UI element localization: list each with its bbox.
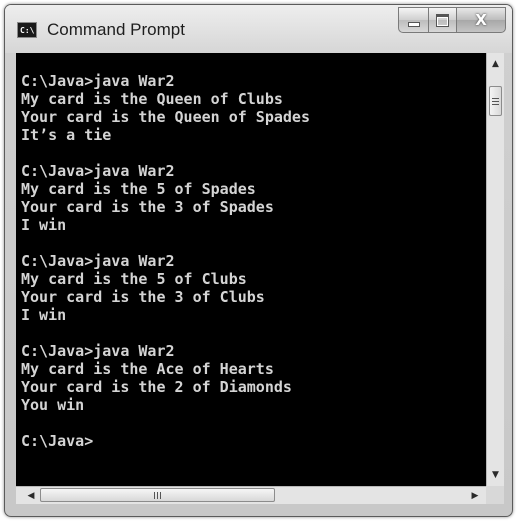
vertical-scrollbar[interactable]: ▲ ▼	[486, 53, 504, 486]
scroll-up-arrow-icon[interactable]: ▲	[487, 55, 504, 73]
window-title: Command Prompt	[47, 20, 185, 39]
grip-line	[492, 100, 499, 102]
close-icon: X	[475, 11, 487, 29]
vertical-scroll-thumb[interactable]	[489, 86, 502, 116]
console-line: I win	[21, 216, 67, 234]
scroll-down-arrow-icon[interactable]: ▼	[487, 466, 504, 484]
console-line: My card is the 5 of Clubs	[21, 270, 247, 288]
console-line: C:\Java>java War2	[21, 162, 175, 180]
console-line: I win	[21, 306, 67, 324]
console-line: Your card is the 3 of Clubs	[21, 288, 265, 306]
horizontal-scrollbar[interactable]: ◀ ▶	[16, 486, 486, 504]
grip-line	[160, 491, 161, 499]
command-prompt-window: C:\ Command Prompt X C:\Java>java War2 My…	[4, 4, 513, 517]
close-button[interactable]: X	[456, 7, 506, 33]
console-line: You win	[21, 396, 85, 414]
cmd-window-icon[interactable]: C:\	[17, 22, 37, 38]
scrollbar-corner	[486, 486, 504, 504]
minimize-button[interactable]	[398, 7, 428, 33]
maximize-icon	[436, 13, 449, 27]
console-line: C:\Java>java War2	[21, 252, 175, 270]
maximize-button[interactable]	[428, 7, 456, 33]
console-line: C:\Java>java War2	[21, 342, 175, 360]
horizontal-scroll-thumb[interactable]	[40, 488, 275, 502]
console-line: C:\Java>java War2	[21, 72, 175, 90]
minimize-icon	[407, 21, 420, 27]
title-bar[interactable]: C:\ Command Prompt X	[5, 5, 512, 53]
console-line: My card is the Ace of Hearts	[21, 360, 274, 378]
grip-line	[492, 103, 499, 105]
console-line: It’s a tie	[21, 126, 112, 144]
console-line: Your card is the 2 of Diamonds	[21, 378, 292, 396]
console-text: C:\Java>java War2 My card is the Queen of…	[16, 53, 486, 450]
console-line: Your card is the Queen of Spades	[21, 108, 310, 126]
grip-line	[157, 491, 158, 499]
scroll-right-arrow-icon[interactable]: ▶	[466, 487, 484, 504]
scroll-left-arrow-icon[interactable]: ◀	[22, 487, 40, 504]
grip-line	[492, 97, 499, 99]
console-output[interactable]: C:\Java>java War2 My card is the Queen of…	[16, 53, 486, 486]
console-line: C:\Java>	[21, 432, 94, 450]
cmd-icon-glyph: C:\	[20, 26, 35, 35]
console-line: Your card is the 3 of Spades	[21, 198, 274, 216]
caption-buttons: X	[398, 7, 506, 33]
console-line: My card is the 5 of Spades	[21, 180, 256, 198]
grip-line	[154, 491, 155, 499]
console-line: My card is the Queen of Clubs	[21, 90, 283, 108]
